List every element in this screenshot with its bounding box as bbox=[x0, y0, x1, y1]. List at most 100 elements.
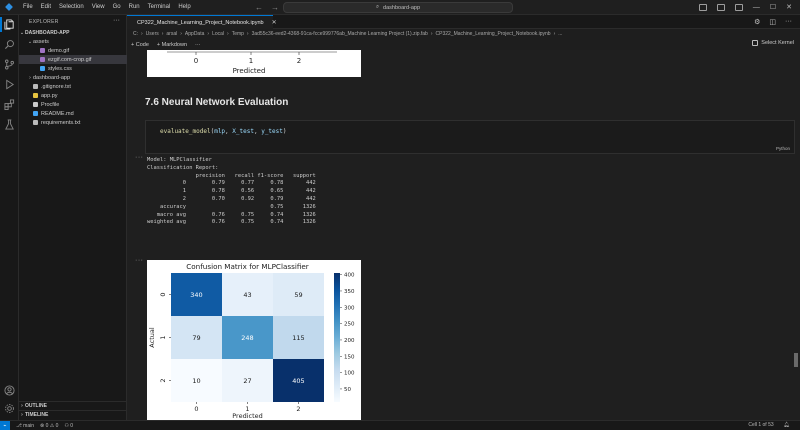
menu-selection[interactable]: Selection bbox=[55, 4, 88, 10]
tree-item[interactable]: app.py bbox=[19, 91, 127, 100]
layout-secondary-icon[interactable] bbox=[734, 3, 743, 11]
layout-sidebar-icon[interactable] bbox=[698, 3, 707, 11]
y-tick-label: 1 bbox=[159, 335, 167, 339]
prev-tick-2: 2 bbox=[297, 57, 301, 65]
layout-panel-icon[interactable] bbox=[716, 3, 725, 11]
output-gutter-icon[interactable]: ··· bbox=[135, 154, 144, 161]
report-line: 1 0.78 0.56 0.65 442 bbox=[147, 188, 316, 195]
problems-status[interactable]: ⊗ 0 ⚠ 0 bbox=[40, 423, 58, 429]
gif-file-icon bbox=[40, 57, 45, 62]
code-line[interactable]: evaluate_model(mlp, X_test, y_test) bbox=[160, 128, 287, 135]
notifications-bell-icon[interactable]: 🔔︎ bbox=[784, 422, 790, 428]
output-gutter-icon[interactable]: ··· bbox=[135, 257, 144, 264]
search-icon[interactable] bbox=[4, 39, 15, 50]
tree-item[interactable]: ⌄ assets bbox=[19, 37, 127, 46]
explorer-root[interactable]: ⌄ DASHBOARD-APP bbox=[19, 28, 127, 37]
scrollbar-thumb[interactable] bbox=[794, 353, 798, 367]
command-center[interactable]: ⌕ dashboard-app bbox=[283, 2, 513, 13]
tree-item-label: requirements.txt bbox=[41, 119, 81, 126]
breadcrumb-item[interactable]: Users bbox=[146, 31, 159, 37]
breadcrumb-separator-icon: › bbox=[180, 31, 182, 37]
menu-run[interactable]: Run bbox=[125, 4, 144, 10]
breadcrumb-item[interactable]: arsal bbox=[166, 31, 177, 37]
code-cell[interactable]: evaluate_model(mlp, X_test, y_test) Pyth… bbox=[145, 120, 795, 154]
forward-arrow-icon[interactable]: → bbox=[271, 3, 279, 12]
explorer-more-icon[interactable]: ··· bbox=[113, 17, 120, 24]
back-arrow-icon[interactable]: ← bbox=[255, 3, 263, 12]
gif-file-icon bbox=[40, 48, 45, 53]
breadcrumb-item[interactable]: 3ad55c36-eed2-4368-91ca-fcce999776ab_Mac… bbox=[252, 31, 428, 37]
maximize-button[interactable]: ☐ bbox=[770, 3, 776, 11]
manage-gear-icon[interactable] bbox=[4, 403, 15, 414]
menu-bar: File Edit Selection View Go Run Terminal Help bbox=[19, 4, 195, 10]
breadcrumb-item[interactable]: AppData bbox=[185, 31, 204, 37]
cell-position[interactable]: Cell 1 of 53 bbox=[748, 422, 773, 428]
report-line: weighted avg 0.76 0.75 0.74 1326 bbox=[147, 219, 316, 226]
menu-help[interactable]: Help bbox=[174, 4, 194, 10]
extensions-icon[interactable] bbox=[4, 99, 15, 110]
menu-go[interactable]: Go bbox=[109, 4, 125, 10]
add-markdown-button[interactable]: + Markdown bbox=[157, 42, 187, 48]
run-debug-icon[interactable] bbox=[4, 79, 15, 90]
tree-item[interactable]: .gitignore.txt bbox=[19, 82, 127, 91]
run-icon[interactable]: ⚙ bbox=[754, 18, 760, 26]
split-editor-icon[interactable]: ◫ bbox=[769, 18, 776, 26]
cell-language[interactable]: Python bbox=[776, 146, 790, 151]
tree-item[interactable]: demo.gif bbox=[19, 46, 127, 55]
close-tab-icon[interactable]: ✕ bbox=[272, 19, 277, 26]
toolbar-more-button[interactable]: ··· bbox=[195, 42, 201, 48]
ports-status[interactable]: ⚇ 0 bbox=[64, 423, 73, 429]
tree-item[interactable]: styles.css bbox=[19, 64, 127, 73]
outline-section[interactable]: › OUTLINE bbox=[19, 401, 127, 410]
breadcrumb-separator-icon: › bbox=[207, 31, 210, 37]
select-kernel-button[interactable]: Select Kernel bbox=[752, 40, 794, 46]
branch-status[interactable]: ⎇ main bbox=[16, 423, 34, 429]
tree-item[interactable]: Procfile bbox=[19, 100, 127, 109]
breadcrumb: C: › Users › arsal › AppData › Local › Temp › 3ad55c… bbox=[127, 29, 800, 39]
menu-terminal[interactable]: Terminal bbox=[144, 4, 175, 10]
y-tick-label: 2 bbox=[159, 378, 167, 382]
close-button[interactable]: ✕ bbox=[786, 3, 792, 11]
accounts-icon[interactable] bbox=[4, 385, 15, 396]
search-icon: ⌕ bbox=[375, 4, 380, 10]
activity-bar bbox=[0, 15, 19, 420]
colorbar bbox=[334, 273, 340, 402]
cell-value: 115 bbox=[292, 334, 304, 342]
minimize-button[interactable]: — bbox=[753, 4, 760, 11]
tree-item[interactable]: requirements.txt bbox=[19, 118, 127, 127]
breadcrumb-item[interactable]: C: bbox=[133, 31, 138, 37]
breadcrumb-item[interactable]: ... bbox=[558, 31, 562, 37]
breadcrumb-item[interactable]: CP322_Machine_Learning_Project_Notebook.… bbox=[436, 31, 551, 37]
report-line: 2 0.70 0.92 0.79 442 bbox=[147, 195, 316, 202]
breadcrumb-item[interactable]: Local bbox=[212, 31, 224, 37]
kernel-label: Select Kernel bbox=[761, 40, 794, 46]
source-control-icon[interactable] bbox=[4, 59, 15, 70]
explorer-icon[interactable] bbox=[0, 17, 15, 32]
breadcrumb-item[interactable]: Temp bbox=[232, 31, 244, 37]
notebook-editor[interactable]: 0 1 2 Predicted 7.6 Neural Network Evalu… bbox=[127, 50, 800, 420]
py-file-icon bbox=[33, 93, 38, 98]
testing-icon[interactable] bbox=[4, 119, 15, 130]
tree-item[interactable]: ezgif.com-crop.gif bbox=[19, 55, 127, 64]
add-code-button[interactable]: + Code bbox=[131, 42, 149, 48]
file-file-icon bbox=[33, 102, 38, 107]
tree-item[interactable]: README.md bbox=[19, 109, 127, 118]
status-right: Cell 1 of 53 🔔︎ bbox=[748, 422, 790, 428]
breadcrumb-separator-icon: › bbox=[161, 31, 164, 37]
confusion-matrix-figure: Confusion Matrix for MLPClassifier 340 43 5… bbox=[147, 260, 361, 420]
timeline-label: TIMELINE bbox=[25, 412, 49, 418]
tab-notebook[interactable]: CP322_Machine_Learning_Project_Notebook.… bbox=[127, 15, 277, 29]
code-function: evaluate_model bbox=[160, 128, 211, 135]
remote-indicator-icon[interactable]: ⌁ bbox=[0, 420, 10, 430]
tree-item-label: README.md bbox=[41, 110, 74, 117]
chart-title: Confusion Matrix for MLPClassifier bbox=[186, 262, 309, 271]
cell-value: 43 bbox=[243, 291, 251, 299]
outline-label: OUTLINE bbox=[25, 403, 47, 409]
timeline-section[interactable]: › TIMELINE bbox=[19, 410, 127, 419]
menu-file[interactable]: File bbox=[19, 4, 37, 10]
tree-item-label: .gitignore.txt bbox=[41, 83, 71, 90]
menu-view[interactable]: View bbox=[88, 4, 109, 10]
menu-edit[interactable]: Edit bbox=[37, 4, 55, 10]
more-actions-icon[interactable]: ··· bbox=[785, 18, 792, 26]
tree-item[interactable]: › dashboard-app bbox=[19, 73, 127, 82]
